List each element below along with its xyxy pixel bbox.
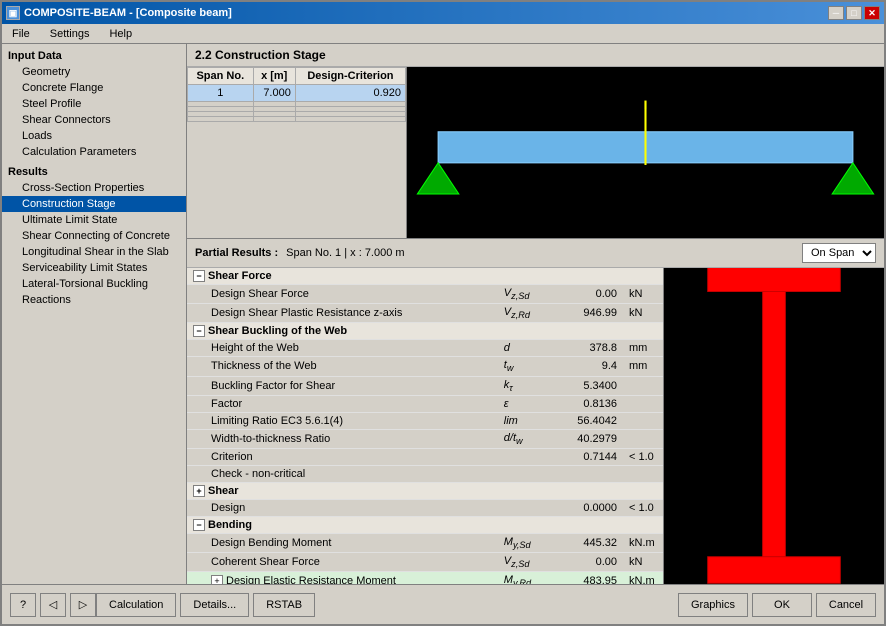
bottom-center-buttons: Calculation Details... RSTAB (96, 593, 315, 617)
menu-help[interactable]: Help (103, 26, 138, 42)
row-factor: Factor ε 0.8136 (187, 395, 663, 412)
window-title: COMPOSITE-BEAM - [Composite beam] (24, 7, 232, 19)
row-design-elastic-resistance: +Design Elastic Resistance Moment My,Rd … (187, 572, 663, 584)
on-span-dropdown[interactable]: On Span At Node (802, 243, 876, 263)
ibeam-canvas (664, 268, 884, 584)
maximize-button[interactable]: □ (846, 6, 862, 20)
prev-button[interactable]: ◁ (40, 593, 66, 617)
sidebar-item-cross-section[interactable]: Cross-Section Properties (2, 180, 186, 196)
cell-x: 7.000 (253, 85, 295, 102)
section-shear-force: −Shear Force (187, 268, 663, 285)
row-shear-design: Design 0.0000 < 1.0 (187, 499, 663, 516)
ibeam-svg (674, 268, 874, 584)
input-data-section: Input Data (2, 48, 186, 64)
col-span-no: Span No. (188, 68, 254, 85)
span-info: Span No. 1 | x : 7.000 m (286, 247, 404, 259)
row-width-thickness: Width-to-thickness Ratio d/tw 40.2979 (187, 429, 663, 448)
calculation-button[interactable]: Calculation (96, 593, 176, 617)
minimize-button[interactable]: ─ (828, 6, 844, 20)
title-bar-buttons: ─ □ ✕ (828, 6, 880, 20)
left-panel: Input Data Geometry Concrete Flange Stee… (2, 44, 187, 584)
app-icon: ▣ (6, 6, 20, 20)
beam-svg (407, 67, 884, 238)
cell-span: 1 (188, 85, 254, 102)
close-button[interactable]: ✕ (864, 6, 880, 20)
title-bar: ▣ COMPOSITE-BEAM - [Composite beam] ─ □ … (2, 2, 884, 24)
sidebar-item-lateral-torsional[interactable]: Lateral-Torsional Buckling (2, 276, 186, 292)
expand-shear-icon[interactable]: + (193, 485, 205, 497)
table-row-empty-4 (188, 117, 406, 122)
section-shear: +Shear (187, 482, 663, 499)
next-button[interactable]: ▷ (70, 593, 96, 617)
sidebar-item-shear-connecting[interactable]: Shear Connecting of Concrete (2, 228, 186, 244)
menu-settings[interactable]: Settings (44, 26, 96, 42)
rstab-button[interactable]: RSTAB (253, 593, 315, 617)
row-criterion-1: Criterion 0.7144 < 1.0 (187, 448, 663, 465)
row-check-non-critical: Check - non-critical (187, 465, 663, 482)
results-table: −Shear Force Design Shear Force Vz,Sd 0.… (187, 268, 663, 584)
sidebar-item-steel-profile[interactable]: Steel Profile (2, 96, 186, 112)
sidebar-item-loads[interactable]: Loads (2, 128, 186, 144)
expand-shear-force-icon[interactable]: − (193, 270, 205, 282)
section-bending: −Bending (187, 516, 663, 533)
expand-resistance-icon[interactable]: + (211, 575, 223, 584)
row-thickness-web: Thickness of the Web tw 9.4 mm (187, 357, 663, 376)
bottom-left-buttons: ? ◁ ▷ (10, 593, 96, 617)
section-shear-buckling: −Shear Buckling of the Web (187, 323, 663, 340)
results-area: −Shear Force Design Shear Force Vz,Sd 0.… (187, 268, 884, 584)
sidebar-item-concrete-flange[interactable]: Concrete Flange (2, 80, 186, 96)
bottom-right-buttons: Graphics OK Cancel (678, 593, 876, 617)
graphics-button[interactable]: Graphics (678, 593, 748, 617)
row-coherent-shear: Coherent Shear Force Vz,Sd 0.00 kN (187, 553, 663, 572)
row-design-bending-moment: Design Bending Moment My,Sd 445.32 kN.m (187, 533, 663, 552)
sidebar-item-calculation-parameters[interactable]: Calculation Parameters (2, 144, 186, 160)
sidebar-item-shear-connectors[interactable]: Shear Connectors (2, 112, 186, 128)
sidebar-item-geometry[interactable]: Geometry (2, 64, 186, 80)
table-and-canvas: Span No. x [m] Design-Criterion 1 7.000 … (187, 67, 884, 238)
results-table-container[interactable]: −Shear Force Design Shear Force Vz,Sd 0.… (187, 268, 664, 584)
bottom-bar: ? ◁ ▷ Calculation Details... RSTAB Graph… (2, 584, 884, 624)
main-window: ▣ COMPOSITE-BEAM - [Composite beam] ─ □ … (0, 0, 886, 626)
results-section: Results (2, 164, 186, 180)
expand-shear-buckling-icon[interactable]: − (193, 325, 205, 337)
col-x: x [m] (253, 68, 295, 85)
beam-canvas (407, 67, 884, 238)
sidebar-item-longitudinal-shear[interactable]: Longitudinal Shear in the Slab (2, 244, 186, 260)
row-design-shear-plastic: Design Shear Plastic Resistance z-axis V… (187, 304, 663, 323)
row-buckling-factor: Buckling Factor for Shear kτ 5.3400 (187, 376, 663, 395)
section-title: 2.2 Construction Stage (187, 44, 884, 67)
sidebar-item-serviceability[interactable]: Serviceability Limit States (2, 260, 186, 276)
sidebar-item-construction-stage[interactable]: Construction Stage (2, 196, 186, 212)
row-height-web: Height of the Web d 378.8 mm (187, 340, 663, 357)
partial-results-label: Partial Results : (195, 247, 278, 259)
main-content: Input Data Geometry Concrete Flange Stee… (2, 44, 884, 584)
ok-button[interactable]: OK (752, 593, 812, 617)
cancel-button[interactable]: Cancel (816, 593, 876, 617)
details-button[interactable]: Details... (180, 593, 249, 617)
top-diagram: 2.2 Construction Stage Span No. x [m] De… (187, 44, 884, 239)
expand-bending-icon[interactable]: − (193, 519, 205, 531)
sidebar-item-reactions[interactable]: Reactions (2, 292, 186, 308)
table-row[interactable]: 1 7.000 0.920 (188, 85, 406, 102)
col-design-criterion: Design-Criterion (295, 68, 405, 85)
results-header: Partial Results : Span No. 1 | x : 7.000… (187, 239, 884, 268)
help-button[interactable]: ? (10, 593, 36, 617)
cell-criterion: 0.920 (295, 85, 405, 102)
right-panel: 2.2 Construction Stage Span No. x [m] De… (187, 44, 884, 584)
span-table: Span No. x [m] Design-Criterion 1 7.000 … (187, 67, 407, 238)
menu-file[interactable]: File (6, 26, 36, 42)
menu-bar: File Settings Help (2, 24, 884, 44)
row-limiting-ratio: Limiting Ratio EC3 5.6.1(4) lim 56.4042 (187, 412, 663, 429)
sidebar-item-ultimate-limit[interactable]: Ultimate Limit State (2, 212, 186, 228)
row-design-shear-force: Design Shear Force Vz,Sd 0.00 kN (187, 285, 663, 304)
